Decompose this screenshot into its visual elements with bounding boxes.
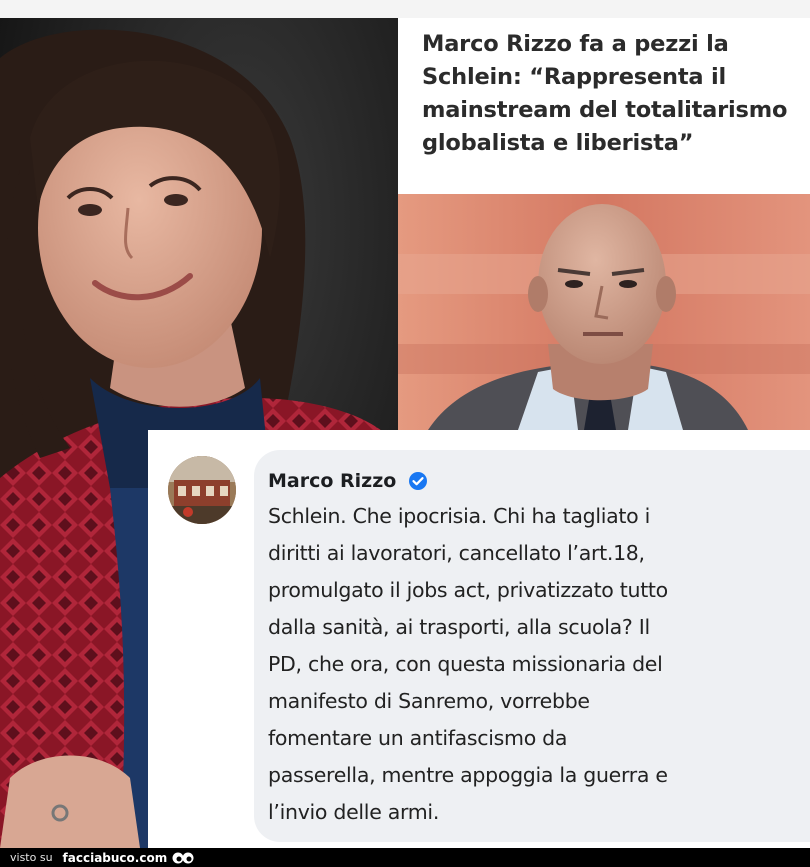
avatar-image — [168, 456, 236, 524]
comment-text: Schlein. Che ipocrisia. Chi ha tagliato … — [268, 504, 668, 824]
comment-author-row: Marco Rizzo — [268, 464, 810, 498]
watermark-bar: visto su facciabuco.com — [0, 848, 810, 867]
avatar[interactable] — [168, 456, 236, 524]
comment-author-name[interactable]: Marco Rizzo — [268, 470, 396, 492]
watermark-site[interactable]: facciabuco.com — [63, 851, 168, 865]
comment-bubble: Marco Rizzo Schlein. Che ipocrisia. Chi … — [254, 450, 810, 842]
article-headline: Marco Rizzo fa a pezzi la Schlein: “Rapp… — [422, 31, 788, 156]
comment-card: Marco Rizzo Schlein. Che ipocrisia. Chi … — [148, 430, 810, 848]
right-photo-man — [398, 194, 810, 430]
headline-box: Marco Rizzo fa a pezzi la Schlein: “Rapp… — [398, 18, 810, 194]
man-photo-illustration — [398, 194, 810, 430]
meme-canvas: Marco Rizzo fa a pezzi la Schlein: “Rapp… — [0, 0, 810, 867]
verified-badge-icon — [409, 472, 428, 490]
top-margin — [0, 0, 810, 18]
facciabuco-logo-icon — [172, 852, 194, 863]
watermark-prefix: visto su — [10, 851, 53, 864]
